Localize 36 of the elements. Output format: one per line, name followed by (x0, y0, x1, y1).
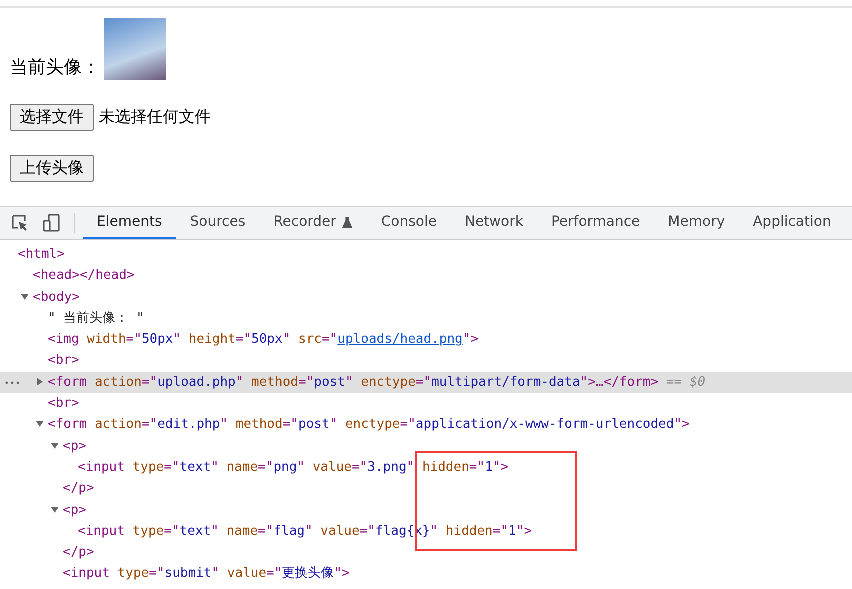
avatar-label: 当前头像： (10, 56, 100, 80)
devtools-tab[interactable]: Sources (176, 207, 260, 239)
devtools-tab[interactable]: Application (739, 207, 846, 239)
file-status: 未选择任何文件 (99, 107, 211, 128)
toggle-arrow-icon[interactable] (35, 419, 45, 430)
devtools-tab[interactable]: Elements (83, 207, 176, 239)
dom-node[interactable]: <input type="submit" value="更换头像"> (63, 566, 350, 582)
devtools-tab[interactable]: Network (450, 207, 538, 239)
closing-tag: </p> (63, 545, 94, 560)
inspect-icon[interactable] (10, 213, 30, 233)
flask-icon (342, 216, 354, 228)
devtools-tab[interactable]: Console (367, 207, 451, 239)
toggle-arrow-icon[interactable] (50, 440, 60, 451)
dom-node[interactable]: <body> (33, 290, 80, 305)
dom-node[interactable]: " 当前头像： " (48, 310, 144, 326)
dom-node[interactable]: <head></head> (33, 268, 135, 284)
dom-node[interactable]: <input type="text" name="png" value="3.png" hidden="1"> (78, 460, 509, 475)
more-icon[interactable] (5, 380, 20, 385)
closing-tag: </p> (63, 481, 94, 496)
photo-placeholder (104, 18, 166, 80)
choose-file-button[interactable]: 选择文件 (10, 104, 94, 131)
devtools-tab[interactable]: Memory (654, 207, 740, 239)
dom-node[interactable]: <p> (63, 502, 86, 518)
dom-node[interactable]: <html> (18, 247, 65, 262)
devtools-tab[interactable]: Recorder (260, 207, 368, 239)
toggle-arrow-icon[interactable] (20, 292, 30, 302)
dom-node[interactable]: <form action="edit.php" method="post" enctype="application/x-www-form-urlencoded"> (48, 417, 690, 432)
dom-node[interactable]: <br> (48, 353, 80, 368)
upload-button[interactable]: 上传头像 (10, 155, 94, 182)
device-icon[interactable] (42, 213, 62, 233)
dom-node[interactable]: <img width="50px" height="50px" src="uploads/head.png"> (48, 332, 479, 348)
toggle-arrow-icon[interactable] (35, 376, 45, 387)
toggle-arrow-icon[interactable] (50, 504, 60, 515)
dom-node[interactable]: <p> (63, 438, 86, 454)
devtools-tab[interactable]: Performance (537, 207, 654, 239)
dom-node[interactable]: <br> (48, 396, 80, 412)
